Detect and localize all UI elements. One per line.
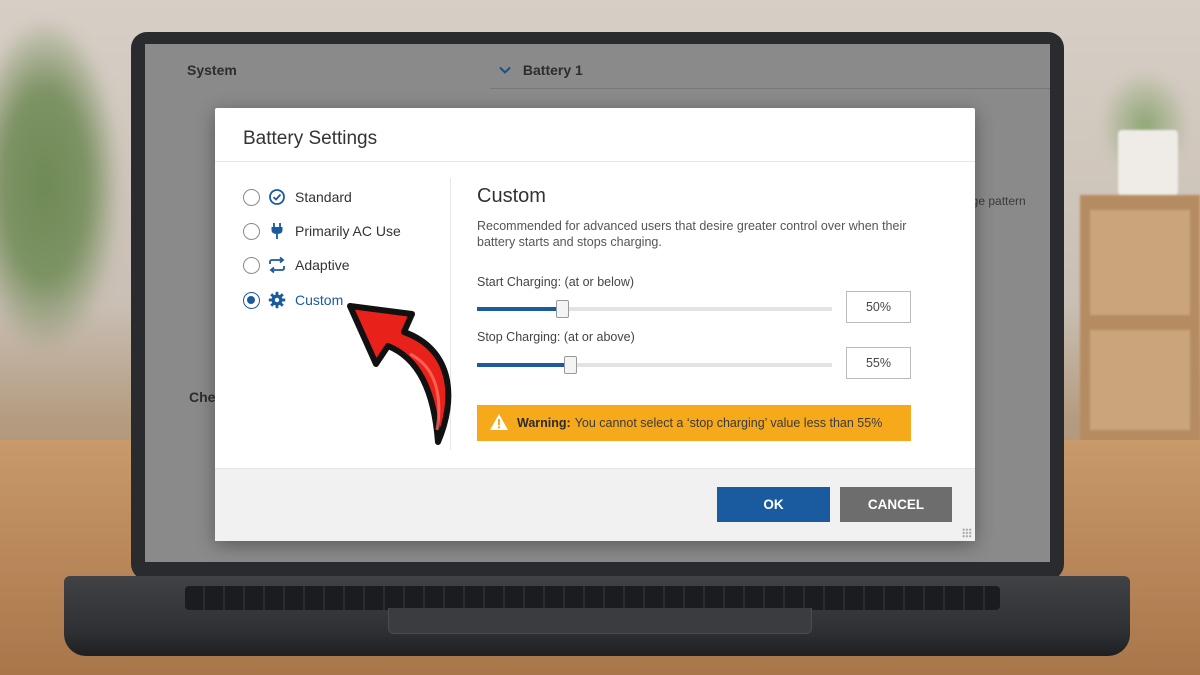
option-standard[interactable]: Standard [243,186,352,208]
warning-text: You cannot select a ‘stop charging’ valu… [574,416,883,430]
custom-panel-title: Custom [477,185,546,207]
option-primarily-ac[interactable]: Primarily AC Use [243,220,401,242]
stop-slider-thumb[interactable] [563,356,577,374]
warning-banner: Warning: You cannot select a ‘stop charg… [477,405,911,441]
cancel-button[interactable]: CANCEL [840,487,952,522]
bg-section-battery[interactable]: Battery 1 [499,62,583,78]
warning-bold: Warning: [517,416,571,430]
custom-panel-description: Recommended for advanced users that desi… [477,219,907,249]
radio-custom[interactable] [243,291,260,309]
option-primarily-ac-label: Primarily AC Use [295,223,401,239]
resize-grip-icon[interactable] [962,528,972,538]
option-standard-label: Standard [295,189,352,205]
radio-standard[interactable] [243,188,260,206]
bg-cut-label: Che [189,389,216,405]
option-custom[interactable]: Custom [243,289,343,311]
background-plant [0,20,120,350]
radio-primarily-ac[interactable] [243,222,260,240]
bg-section-system: System [187,62,237,78]
stop-charging-label: Stop Charging: (at or above) [477,330,635,344]
gear-icon [268,291,286,309]
battery-settings-dialog: Battery Settings Standard Primarily AC U… [215,108,975,541]
option-adaptive[interactable]: Adaptive [243,254,349,276]
stop-slider-fill [477,363,570,367]
stop-charging-slider[interactable] [477,356,832,374]
plug-icon [268,222,286,240]
chevron-down-icon [499,62,515,78]
start-slider-thumb[interactable] [555,300,569,318]
annotation-arrow-icon [347,303,452,445]
bg-divider [490,88,1050,89]
stop-charging-value[interactable]: 55% [846,347,911,379]
laptop-keyboard [185,586,1000,610]
warning-icon [489,413,509,434]
dialog-divider [215,161,975,162]
dialog-footer: OK CANCEL [215,468,975,541]
radio-adaptive[interactable] [243,256,260,274]
dialog-title: Battery Settings [243,128,378,149]
background-shelf [1080,195,1200,445]
ok-button[interactable]: OK [717,487,830,522]
option-adaptive-label: Adaptive [295,257,350,273]
background-pot [1118,130,1178,200]
clock-check-icon [268,188,286,206]
laptop-touchpad [388,608,812,634]
start-charging-slider[interactable] [477,300,832,318]
bg-battery-label: Battery 1 [522,62,583,78]
option-custom-label: Custom [295,292,344,308]
repeat-icon [268,256,286,274]
start-slider-fill [477,307,562,311]
start-charging-value[interactable]: 50% [846,291,911,323]
start-charging-label: Start Charging: (at or below) [477,275,635,289]
